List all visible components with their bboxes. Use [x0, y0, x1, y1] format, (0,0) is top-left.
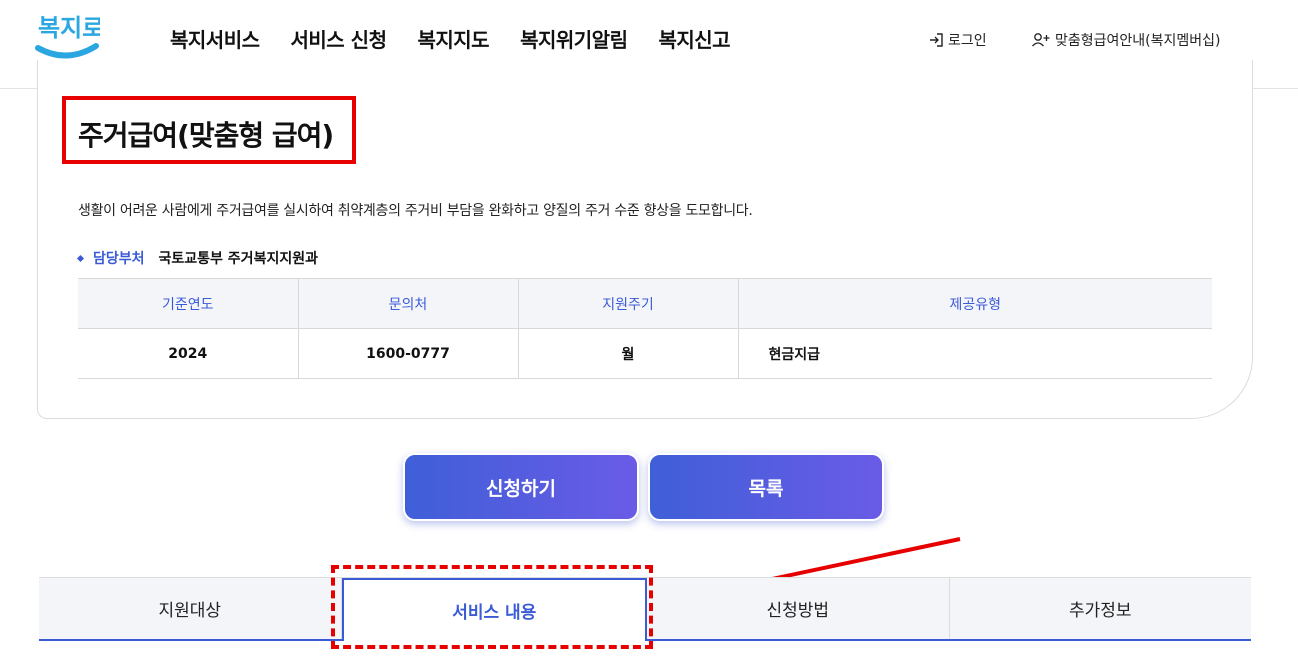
cell-base-year: 2024	[78, 328, 298, 379]
table-header-row: 기준연도 문의처 지원주기 제공유형	[78, 278, 1212, 329]
cell-contact: 1600-0777	[297, 328, 518, 379]
logo-text: 복지로	[38, 14, 100, 42]
header-support-cycle: 지원주기	[517, 278, 738, 329]
bokjiro-logo[interactable]: 복지로	[34, 8, 100, 62]
header-provision-type: 제공유형	[737, 278, 1212, 329]
tab-additional-info[interactable]: 추가정보	[950, 578, 1252, 639]
department-label: 담당부처	[93, 251, 145, 267]
department-value: 국토교통부 주거복지지원과	[158, 251, 318, 267]
diamond-bullet-icon	[76, 254, 85, 262]
nav-item-welfare-services[interactable]: 복지서비스	[170, 24, 260, 53]
cell-support-cycle: 월	[517, 328, 738, 379]
login-link[interactable]: 로그인	[928, 30, 987, 50]
table-row: 2024 1600-0777 월 현금지급	[78, 328, 1212, 379]
tab-eligibility[interactable]: 지원대상	[39, 578, 342, 639]
nav-item-welfare-map[interactable]: 복지지도	[417, 24, 489, 53]
header-base-year: 기준연도	[78, 278, 298, 329]
login-label: 로그인	[948, 33, 987, 49]
login-icon	[930, 33, 943, 47]
department-info: 담당부처 국토교통부 주거복지지원과	[76, 248, 318, 268]
membership-link[interactable]: 맞춤형급여안내(복지멤버십)	[1031, 30, 1220, 50]
tab-highlight-dashed-box	[331, 565, 653, 649]
page-title: 주거급여(맞춤형 급여)	[78, 119, 334, 152]
service-info-table: 기준연도 문의처 지원주기 제공유형 2024 1600-0777 월 현금지급	[78, 278, 1212, 379]
main-nav: 복지서비스 서비스 신청 복지지도 복지위기알림 복지신고	[170, 24, 761, 53]
list-button[interactable]: 목록	[648, 453, 884, 521]
service-description: 생활이 어려운 사람에게 주거급여를 실시하여 취약계층의 주거비 부담을 완화…	[78, 203, 753, 219]
nav-item-crisis-alert[interactable]: 복지위기알림	[520, 24, 628, 53]
tab-application-method[interactable]: 신청방법	[647, 578, 950, 639]
header-contact: 문의처	[297, 278, 518, 329]
add-user-icon	[1032, 33, 1050, 47]
nav-item-welfare-report[interactable]: 복지신고	[658, 24, 730, 53]
membership-label: 맞춤형급여안내(복지멤버십)	[1055, 33, 1221, 49]
apply-button[interactable]: 신청하기	[403, 453, 639, 521]
nav-item-service-apply[interactable]: 서비스 신청	[291, 24, 387, 53]
cell-provision-type: 현금지급	[737, 328, 1212, 379]
